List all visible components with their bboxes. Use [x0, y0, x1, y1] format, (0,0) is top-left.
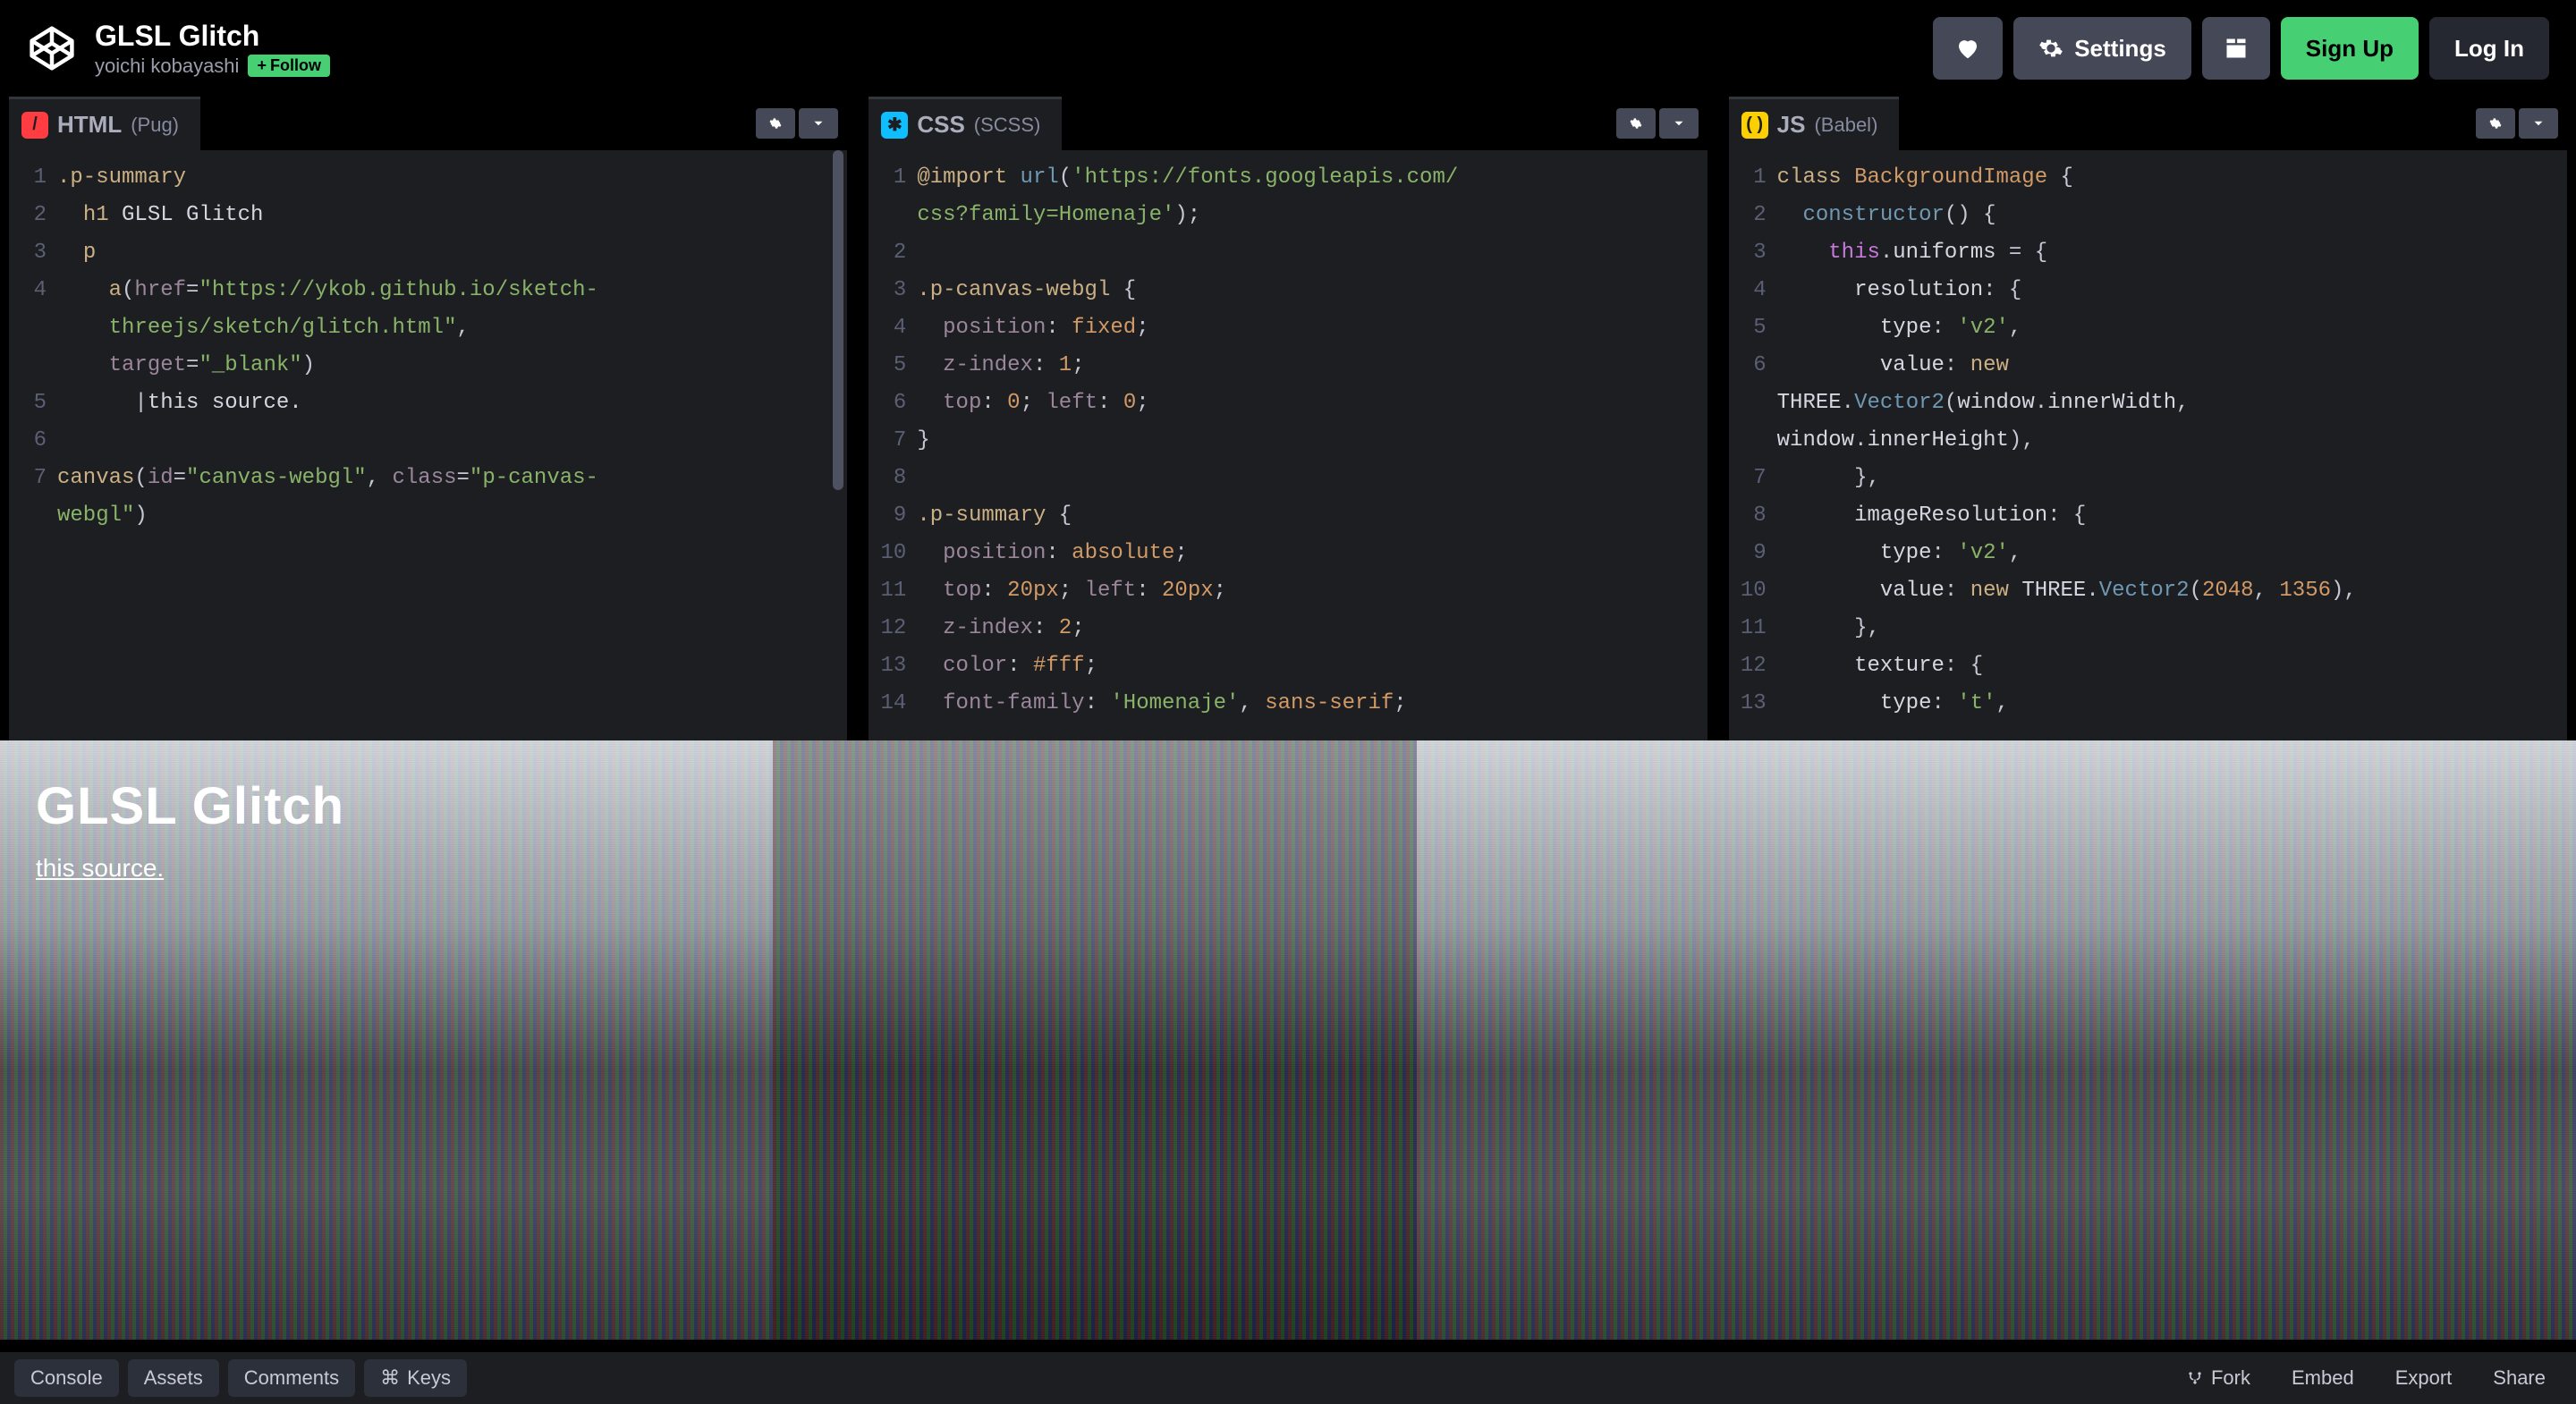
- html-expand-button[interactable]: [799, 108, 838, 139]
- js-code-area[interactable]: 123456 78910111213 class BackgroundImage…: [1729, 150, 2567, 740]
- html-settings-button[interactable]: [756, 108, 795, 139]
- js-flavor-label: (Babel): [1814, 114, 1877, 137]
- settings-label: Settings: [2074, 35, 2166, 63]
- console-label: Console: [30, 1366, 103, 1390]
- html-editor: / HTML (Pug) 1234 567 .p-summary h1 GLSL…: [9, 97, 847, 740]
- footer-left: Console Assets Comments ⌘ Keys: [14, 1359, 467, 1397]
- footer: Console Assets Comments ⌘ Keys Fork Embe…: [0, 1352, 2576, 1404]
- footer-right: Fork Embed Export Share: [2170, 1359, 2562, 1397]
- keys-button[interactable]: ⌘ Keys: [364, 1359, 467, 1397]
- author-row: yoichi kobayashi + Follow: [95, 55, 330, 78]
- html-lang-label: HTML: [57, 111, 122, 139]
- js-code[interactable]: class BackgroundImage { constructor() { …: [1777, 159, 2567, 732]
- chevron-down-icon: [2530, 115, 2546, 131]
- preview-noise-layer: [0, 740, 2576, 1340]
- editors-row: / HTML (Pug) 1234 567 .p-summary h1 GLSL…: [0, 97, 2576, 740]
- layout-icon: [2224, 36, 2249, 61]
- embed-button[interactable]: Embed: [2275, 1359, 2370, 1397]
- html-gutter: 1234 567: [9, 159, 57, 732]
- html-code-area[interactable]: 1234 567 .p-summary h1 GLSL Glitch p a(h…: [9, 150, 847, 740]
- js-tab-row: ( ) JS (Babel): [1729, 97, 2567, 150]
- assets-label: Assets: [144, 1366, 203, 1390]
- fork-label: Fork: [2211, 1366, 2250, 1390]
- css-gutter: 1 234567891011121314: [869, 159, 917, 732]
- css-tab[interactable]: ✱ CSS (SCSS): [869, 97, 1062, 150]
- css-lang-label: CSS: [917, 111, 964, 139]
- comments-button[interactable]: Comments: [228, 1359, 355, 1397]
- html-code[interactable]: .p-summary h1 GLSL Glitch p a(href="http…: [57, 159, 847, 732]
- fork-icon: [2186, 1369, 2204, 1387]
- scrollbar-thumb[interactable]: [833, 150, 843, 490]
- plus-icon: +: [257, 56, 267, 75]
- css-expand-button[interactable]: [1659, 108, 1699, 139]
- comments-label: Comments: [244, 1366, 339, 1390]
- header-right: Settings Sign Up Log In: [1933, 17, 2549, 80]
- html-lang-icon: /: [21, 112, 48, 139]
- js-lang-label: JS: [1777, 111, 1806, 139]
- share-button[interactable]: Share: [2477, 1359, 2562, 1397]
- export-button[interactable]: Export: [2379, 1359, 2469, 1397]
- js-settings-button[interactable]: [2476, 108, 2515, 139]
- css-code[interactable]: @import url('https://fonts.googleapis.co…: [917, 159, 1707, 732]
- login-label: Log In: [2454, 35, 2524, 63]
- follow-button[interactable]: + Follow: [248, 55, 330, 77]
- share-label: Share: [2493, 1366, 2546, 1390]
- view-button[interactable]: [2202, 17, 2270, 80]
- gear-icon: [1628, 115, 1644, 131]
- html-flavor-label: (Pug): [131, 114, 179, 137]
- css-editor-actions: [1616, 108, 1707, 139]
- preview-summary: GLSL Glitch this source.: [36, 776, 344, 883]
- js-gutter: 123456 78910111213: [1729, 159, 1777, 732]
- chevron-down-icon: [810, 115, 826, 131]
- css-tab-row: ✱ CSS (SCSS): [869, 97, 1707, 150]
- js-editor-actions: [2476, 108, 2567, 139]
- command-icon: ⌘: [380, 1366, 400, 1390]
- css-flavor-label: (SCSS): [974, 114, 1041, 137]
- console-button[interactable]: Console: [14, 1359, 119, 1397]
- like-button[interactable]: [1933, 17, 2003, 80]
- html-tab[interactable]: / HTML (Pug): [9, 97, 200, 150]
- heart-icon: [1954, 35, 1981, 62]
- gear-icon: [767, 115, 784, 131]
- css-settings-button[interactable]: [1616, 108, 1656, 139]
- html-tab-row: / HTML (Pug): [9, 97, 847, 150]
- pen-title[interactable]: GLSL Glitch: [95, 20, 330, 53]
- login-button[interactable]: Log In: [2429, 17, 2549, 80]
- gear-icon: [2487, 115, 2504, 131]
- html-editor-actions: [756, 108, 847, 139]
- embed-label: Embed: [2292, 1366, 2354, 1390]
- codepen-logo-icon[interactable]: [27, 23, 77, 73]
- js-expand-button[interactable]: [2519, 108, 2558, 139]
- signup-label: Sign Up: [2306, 35, 2394, 63]
- signup-button[interactable]: Sign Up: [2281, 17, 2419, 80]
- header: GLSL Glitch yoichi kobayashi + Follow Se…: [0, 0, 2576, 97]
- css-editor: ✱ CSS (SCSS) 1 234567891011121314 @impor…: [869, 97, 1707, 740]
- preview-pane: GLSL Glitch this source.: [0, 740, 2576, 1340]
- gear-icon: [2038, 36, 2063, 61]
- follow-label: Follow: [270, 56, 321, 75]
- css-lang-icon: ✱: [881, 112, 908, 139]
- export-label: Export: [2395, 1366, 2453, 1390]
- header-left: GLSL Glitch yoichi kobayashi + Follow: [27, 20, 330, 78]
- js-lang-icon: ( ): [1741, 112, 1768, 139]
- preview-title: GLSL Glitch: [36, 776, 344, 836]
- author-name[interactable]: yoichi kobayashi: [95, 55, 239, 78]
- fork-button[interactable]: Fork: [2170, 1359, 2267, 1397]
- keys-label: Keys: [407, 1366, 451, 1390]
- css-code-area[interactable]: 1 234567891011121314 @import url('https:…: [869, 150, 1707, 740]
- js-tab[interactable]: ( ) JS (Babel): [1729, 97, 1900, 150]
- title-block: GLSL Glitch yoichi kobayashi + Follow: [95, 20, 330, 78]
- settings-button[interactable]: Settings: [2013, 17, 2191, 80]
- chevron-down-icon: [1671, 115, 1687, 131]
- html-scrollbar[interactable]: [829, 150, 847, 740]
- preview-source-link[interactable]: this source.: [36, 854, 164, 883]
- js-editor: ( ) JS (Babel) 123456 78910111213 class …: [1729, 97, 2567, 740]
- assets-button[interactable]: Assets: [128, 1359, 219, 1397]
